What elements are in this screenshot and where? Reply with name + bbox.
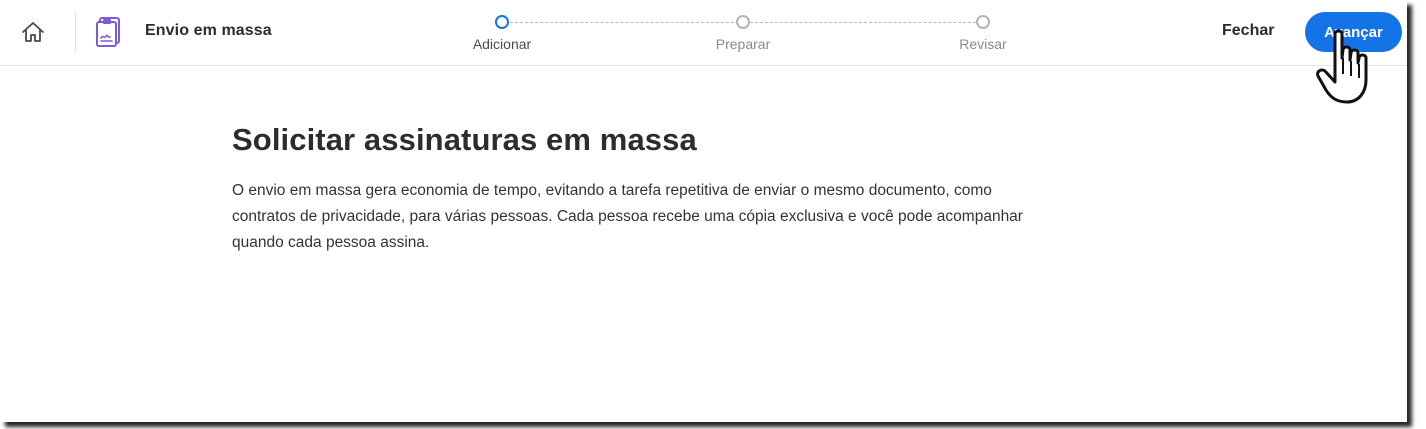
section-description: O envio em massa gera economia de tempo,…	[232, 182, 1023, 251]
step-indicator	[736, 15, 750, 29]
main-content: Solicitar assinaturas em massa O envio e…	[232, 122, 1032, 256]
header-divider	[75, 12, 76, 52]
home-icon	[22, 22, 44, 42]
step-label: Preparar	[715, 36, 771, 52]
step-adicionar[interactable]: Adicionar	[442, 0, 562, 66]
step-label: Revisar	[959, 36, 1007, 52]
step-label: Adicionar	[472, 36, 532, 52]
section-heading: Solicitar assinaturas em massa	[232, 122, 697, 157]
hand-pointer-cursor-icon	[1316, 29, 1368, 104]
app-window: Envio em massa Adicionar Preparar Revisa…	[0, 0, 1407, 422]
page-title: Envio em massa	[145, 22, 272, 39]
progress-stepper: Adicionar Preparar Revisar	[440, 0, 1060, 66]
step-revisar[interactable]: Revisar	[923, 0, 1043, 66]
home-button[interactable]	[17, 16, 49, 48]
close-button[interactable]: Fechar	[1222, 22, 1274, 40]
top-bar: Envio em massa Adicionar Preparar Revisa…	[0, 0, 1407, 104]
step-preparar[interactable]: Preparar	[683, 0, 803, 66]
step-indicator-active	[495, 15, 509, 29]
step-indicator	[976, 15, 990, 29]
bulk-send-document-icon	[96, 17, 120, 47]
